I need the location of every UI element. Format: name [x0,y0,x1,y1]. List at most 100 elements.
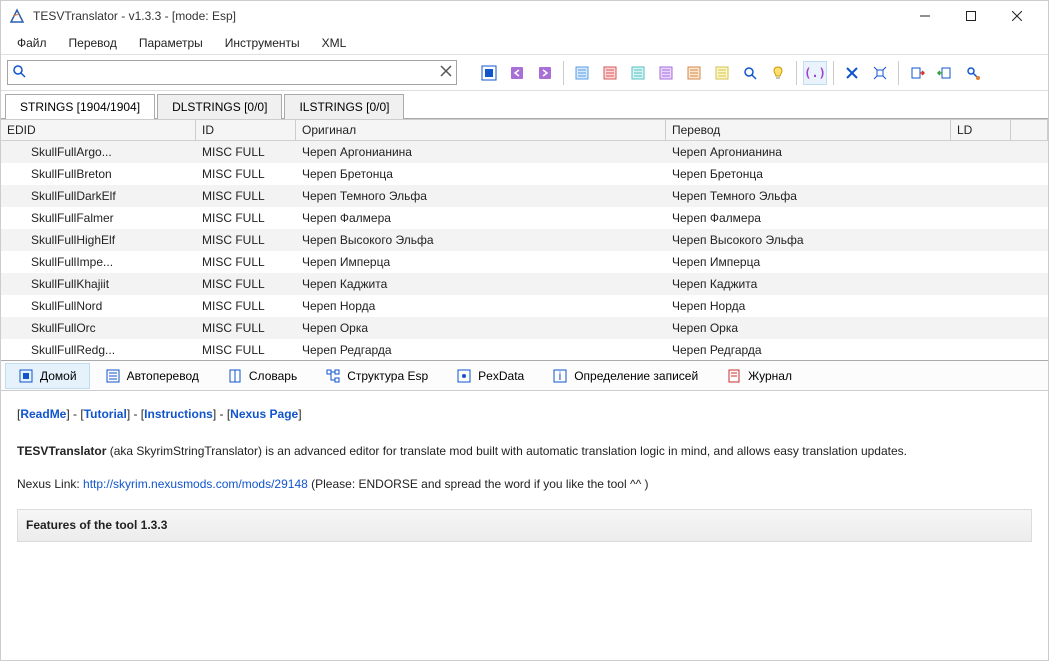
bottom-tab-home[interactable]: Домой [5,363,90,389]
expand-button[interactable] [868,61,892,85]
menu-параметры[interactable]: Параметры [129,33,213,53]
tab-2[interactable]: ILSTRINGS [0/0] [284,94,404,119]
minimize-button[interactable] [902,1,948,31]
bottom-tab-list[interactable]: Автоперевод [92,363,212,389]
cell-edid: SkullFullRedg... [1,341,196,359]
filter-orange-button[interactable] [682,61,706,85]
brackets-button[interactable]: (.) [803,61,827,85]
header-original[interactable]: Оригинал [296,119,666,140]
select-all-button[interactable] [477,61,501,85]
app-icon [9,8,25,24]
header-id[interactable]: ID [196,119,296,140]
filter-cyan-button[interactable] [626,61,650,85]
cell-ld [951,304,1011,308]
table-row[interactable]: SkullFullRedg...MISC FULLЧереп РедгардаЧ… [1,339,1048,361]
bottom-tab-data[interactable]: PexData [443,363,537,389]
prev-result-button[interactable] [505,61,529,85]
bottom-tab-tree[interactable]: Структура Esp [312,363,441,389]
titlebar: TESVTranslator - v1.3.3 - [mode: Esp] [1,1,1048,31]
cell-id: MISC FULL [196,187,296,205]
menu-перевод[interactable]: Перевод [59,33,127,53]
menu-xml[interactable]: XML [312,33,357,53]
table-row[interactable]: SkullFullFalmerMISC FULLЧереп ФалмераЧер… [1,207,1048,229]
instructions-link[interactable]: Instructions [144,407,213,421]
next-result-button[interactable] [533,61,557,85]
filter-blue-button[interactable] [570,61,594,85]
cell-ld [951,326,1011,330]
close-button[interactable] [994,1,1040,31]
search-box[interactable] [7,60,457,85]
app-desc-text: (aka SkyrimStringTranslator) is an advan… [106,444,907,458]
cell-original: Череп Норда [296,297,666,315]
cell-id: MISC FULL [196,341,296,359]
export-button[interactable] [933,61,957,85]
filter-red-button[interactable] [598,61,622,85]
data-grid[interactable]: SkullFullArgo...MISC FULLЧереп Аргониани… [1,141,1048,361]
cell-ld [951,172,1011,176]
bottom-tab-book[interactable]: Словарь [214,363,310,389]
filter-purple-button[interactable] [654,61,678,85]
cell-translation: Череп Редгарда [666,341,951,359]
cell-edid: SkullFullHighElf [1,231,196,249]
menu-инструменты[interactable]: Инструменты [215,33,310,53]
cell-original: Череп Редгарда [296,341,666,359]
tutorial-link[interactable]: Tutorial [84,407,127,421]
bottom-tab-label: Автоперевод [127,369,199,383]
search-input[interactable] [26,66,440,80]
bottom-tab-log[interactable]: Журнал [713,363,805,389]
cell-original: Череп Каджита [296,275,666,293]
maximize-button[interactable] [948,1,994,31]
cell-ld [951,150,1011,154]
cancel-button[interactable] [840,61,864,85]
table-row[interactable]: SkullFullDarkElfMISC FULLЧереп Темного Э… [1,185,1048,207]
cell-edid: SkullFullOrc [1,319,196,337]
app-name-bold: TESVTranslator [17,444,106,458]
header-translation[interactable]: Перевод [666,119,951,140]
cell-id: MISC FULL [196,275,296,293]
book-icon [227,368,243,384]
table-row[interactable]: SkullFullNordMISC FULLЧереп НордаЧереп Н… [1,295,1048,317]
inspect-button[interactable] [961,61,985,85]
table-row[interactable]: SkullFullImpe...MISC FULLЧереп ИмперцаЧе… [1,251,1048,273]
table-row[interactable]: SkullFullOrcMISC FULLЧереп ОркаЧереп Орк… [1,317,1048,339]
table-row[interactable]: SkullFullBretonMISC FULLЧереп БретонцаЧе… [1,163,1048,185]
header-edid[interactable]: EDID [1,119,196,140]
filter-yellow-button[interactable] [710,61,734,85]
list-icon [105,368,121,384]
cell-translation: Череп Каджита [666,275,951,293]
cell-edid: SkullFullArgo... [1,143,196,161]
column-headers: EDID ID Оригинал Перевод LD [1,119,1048,141]
table-row[interactable]: SkullFullHighElfMISC FULLЧереп Высокого … [1,229,1048,251]
clear-search-icon[interactable] [440,65,452,80]
cell-translation: Череп Фалмера [666,209,951,227]
find-button[interactable] [738,61,762,85]
nexus-url[interactable]: http://skyrim.nexusmods.com/mods/29148 [83,477,308,491]
hint-button[interactable] [766,61,790,85]
data-icon [456,368,472,384]
cell-id: MISC FULL [196,253,296,271]
tabstrip: STRINGS [1904/1904]DLSTRINGS [0/0]ILSTRI… [1,91,1048,119]
cell-translation: Череп Орка [666,319,951,337]
menu-файл[interactable]: Файл [7,33,57,53]
info-icon: i [552,368,568,384]
bottom-tab-info[interactable]: i Определение записей [539,363,711,389]
bottom-tab-label: Определение записей [574,369,698,383]
cell-edid: SkullFullFalmer [1,209,196,227]
header-ld[interactable]: LD [951,119,1011,140]
table-row[interactable]: SkullFullArgo...MISC FULLЧереп Аргониани… [1,141,1048,163]
cell-original: Череп Имперца [296,253,666,271]
import-button[interactable] [905,61,929,85]
cell-translation: Череп Имперца [666,253,951,271]
nexus-tail: (Please: ENDORSE and spread the word if … [308,477,649,491]
cell-edid: SkullFullKhajiit [1,275,196,293]
bottom-tab-label: PexData [478,369,524,383]
header-spacer [1011,119,1048,140]
nexuspage-link[interactable]: Nexus Page [230,407,298,421]
tab-0[interactable]: STRINGS [1904/1904] [5,94,155,119]
svg-text:i: i [559,369,562,383]
readme-link[interactable]: ReadMe [20,407,66,421]
cell-id: MISC FULL [196,165,296,183]
table-row[interactable]: SkullFullKhajiitMISC FULLЧереп КаджитаЧе… [1,273,1048,295]
cell-original: Череп Высокого Эльфа [296,231,666,249]
tab-1[interactable]: DLSTRINGS [0/0] [157,94,282,119]
